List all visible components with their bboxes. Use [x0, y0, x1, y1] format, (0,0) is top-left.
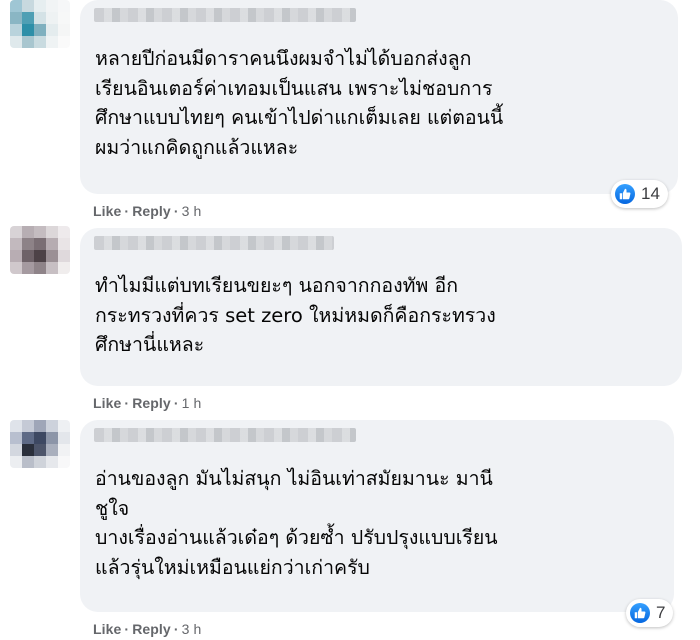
author-name-redacted[interactable]: [94, 236, 334, 250]
comment-text: อ่านของลูก มันไม่สนุก ไม่อินเท่าสมัยมานะ…: [95, 467, 498, 579]
like-link[interactable]: Like: [93, 395, 121, 411]
reaction-count: 14: [641, 184, 660, 203]
avatar[interactable]: [10, 0, 70, 48]
separator: ·: [124, 395, 130, 411]
separator: ·: [173, 621, 179, 637]
separator: ·: [173, 395, 179, 411]
like-link[interactable]: Like: [93, 621, 121, 637]
timestamp[interactable]: 1 h: [182, 395, 202, 411]
reaction-badge[interactable]: 7: [626, 599, 674, 627]
comment-bubble: หลายปีก่อนมีดาราคนนึงผมจำไม่ได้บอกส่งลูก…: [80, 0, 678, 194]
reaction-count: 7: [656, 603, 666, 622]
reply-link[interactable]: Reply: [132, 621, 171, 637]
separator: ·: [173, 203, 179, 219]
reply-link[interactable]: Reply: [132, 203, 171, 219]
comment-meta: Like · Reply · 1 h: [93, 395, 201, 411]
author-name-redacted[interactable]: [94, 8, 356, 22]
comment-bubble: อ่านของลูก มันไม่สนุก ไม่อินเท่าสมัยมานะ…: [80, 420, 674, 612]
comment-text: ทำไมมีแต่บทเรียนขยะๆ นอกจากกองทัพ อีก กร…: [95, 274, 496, 356]
separator: ·: [124, 203, 130, 219]
timestamp[interactable]: 3 h: [182, 203, 202, 219]
comment-meta: Like · Reply · 3 h: [93, 203, 201, 219]
like-icon: [630, 603, 650, 623]
reply-link[interactable]: Reply: [132, 395, 171, 411]
comment-text: หลายปีก่อนมีดาราคนนึงผมจำไม่ได้บอกส่งลูก…: [95, 47, 504, 159]
avatar[interactable]: [10, 226, 70, 274]
avatar[interactable]: [10, 420, 70, 468]
comment-bubble: ทำไมมีแต่บทเรียนขยะๆ นอกจากกองทัพ อีก กร…: [80, 228, 682, 386]
separator: ·: [124, 621, 130, 637]
like-icon: [615, 184, 635, 204]
timestamp[interactable]: 3 h: [182, 621, 202, 637]
author-name-redacted[interactable]: [94, 428, 356, 442]
reaction-badge[interactable]: 14: [611, 180, 668, 208]
like-link[interactable]: Like: [93, 203, 121, 219]
comment-meta: Like · Reply · 3 h: [93, 621, 201, 637]
